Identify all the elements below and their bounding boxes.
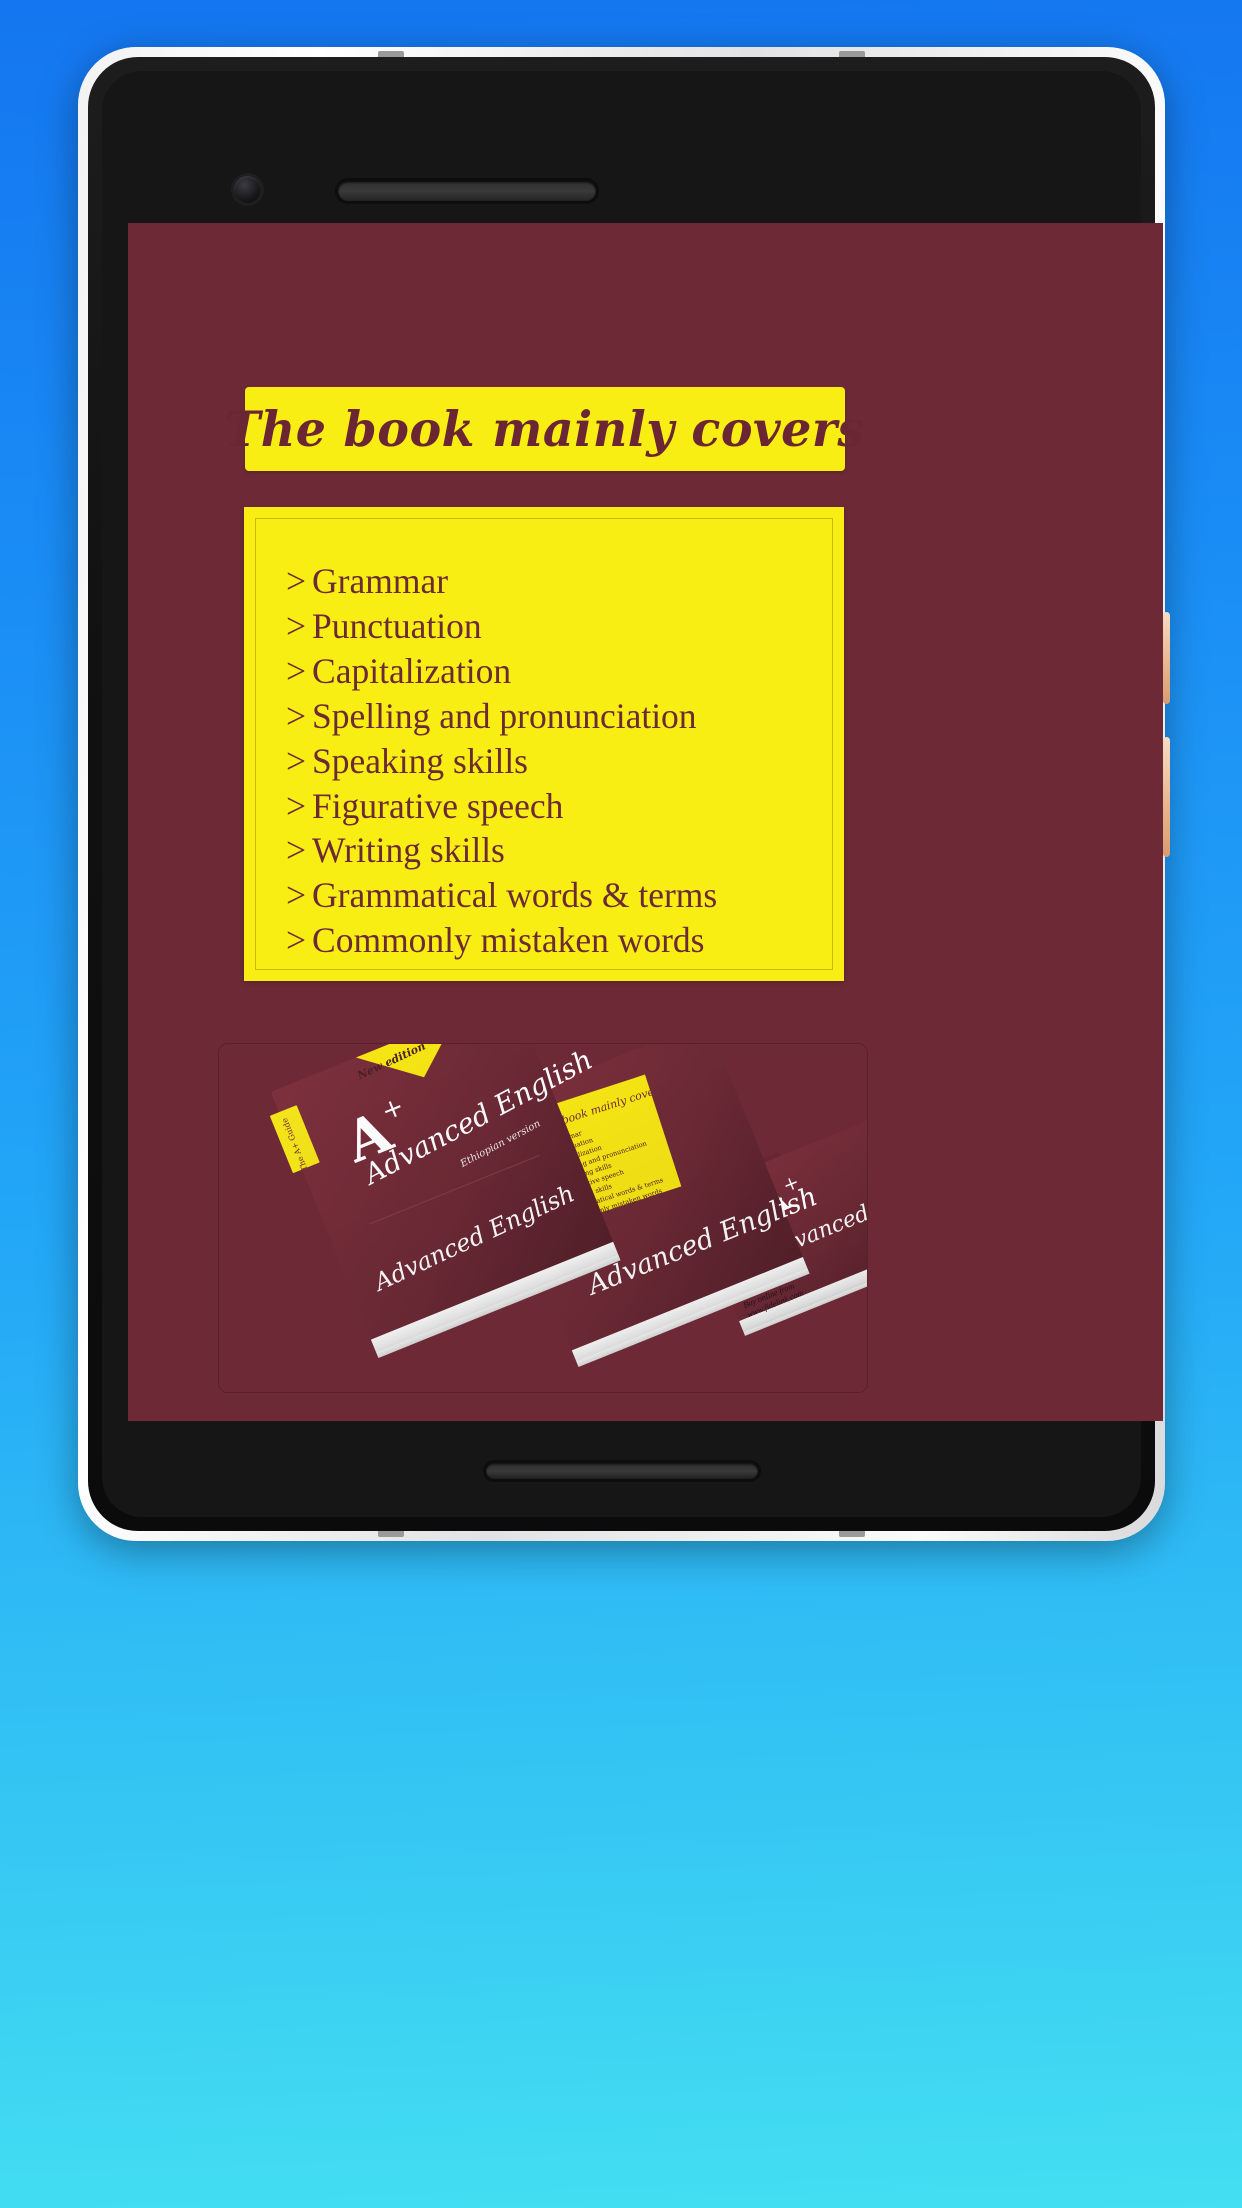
list-item-label: Grammatical words & terms bbox=[312, 875, 718, 916]
list-marker: > bbox=[286, 875, 307, 916]
list-marker: > bbox=[286, 561, 307, 601]
list-item: > Speaking skills bbox=[286, 739, 824, 784]
list-item-label: Spelling and pronunciation bbox=[312, 695, 697, 736]
list-item-label: Writing skills bbox=[312, 830, 505, 871]
phone-bezel: The book mainly covers > Grammar > Punctua… bbox=[102, 71, 1163, 1517]
list-item: > Writing skills bbox=[286, 828, 824, 873]
list-item: > Capitalization bbox=[286, 649, 824, 694]
list-item-label: Punctuation bbox=[312, 605, 482, 646]
list-item-label: Capitalization bbox=[312, 650, 512, 691]
list-item-label: Figurative speech bbox=[312, 785, 564, 826]
volume-button[interactable] bbox=[1163, 737, 1170, 857]
power-button[interactable] bbox=[1163, 612, 1170, 704]
list-item-label: Speaking skills bbox=[312, 740, 528, 781]
app-screen: The book mainly covers > Grammar > Punctua… bbox=[128, 223, 1163, 1421]
phone-outer-shell: The book mainly covers > Grammar > Punctua… bbox=[78, 47, 1170, 1541]
list-marker: > bbox=[286, 695, 307, 736]
earpiece-speaker-icon bbox=[338, 181, 596, 201]
app-content: The book mainly covers > Grammar > Punctua… bbox=[128, 223, 1163, 1421]
book-mockup-card[interactable]: A+ Advanced A+ Advanced bbox=[218, 1043, 868, 1393]
list-marker: > bbox=[286, 920, 307, 961]
list-item: > Spelling and pronunciation bbox=[286, 694, 824, 739]
page-title: The book mainly covers bbox=[225, 400, 865, 458]
phone-frame: The book mainly covers > Grammar > Punctua… bbox=[78, 47, 1170, 1541]
list-marker: > bbox=[286, 830, 307, 871]
list-item: > Commonly mistaken words bbox=[286, 918, 824, 963]
list-marker: > bbox=[286, 740, 307, 781]
list-item: > Figurative speech bbox=[286, 784, 824, 829]
book-mockup-image: A+ Advanced A+ Advanced bbox=[219, 1044, 867, 1392]
list-marker: > bbox=[286, 650, 307, 691]
list-item: > Grammar bbox=[286, 559, 824, 604]
list-item: > Grammatical words & terms bbox=[286, 873, 824, 918]
covers-card: > Grammar > Punctuation > Capitalization > S… bbox=[244, 507, 844, 981]
home-bar[interactable] bbox=[485, 1463, 758, 1479]
list-marker: > bbox=[286, 785, 307, 826]
front-camera-icon bbox=[234, 176, 261, 203]
list-item: > Punctuation bbox=[286, 604, 824, 649]
page-title-banner: The book mainly covers bbox=[225, 387, 864, 471]
covers-list: > Grammar > Punctuation > Capitalization > S… bbox=[286, 559, 824, 963]
list-item-label: Commonly mistaken words bbox=[312, 920, 705, 961]
list-item-label: Grammar bbox=[312, 561, 449, 601]
list-marker: > bbox=[286, 605, 307, 646]
phone-body: The book mainly covers > Grammar > Punctua… bbox=[88, 57, 1163, 1531]
